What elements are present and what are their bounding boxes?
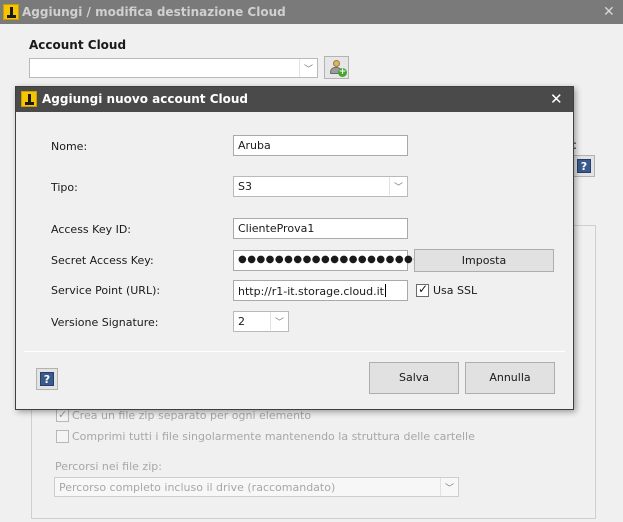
dialog-close-button[interactable]: ✕ (550, 90, 563, 108)
cancel-button[interactable]: Annulla (465, 362, 555, 394)
tipo-label: Tipo: (51, 181, 78, 194)
account-cloud-label: Account Cloud (29, 38, 127, 52)
compress-files-checkbox[interactable] (56, 430, 69, 443)
add-account-button[interactable]: + (324, 56, 349, 79)
app-logo-icon (3, 4, 19, 20)
service-point-value: http://r1-it.storage.cloud.it (238, 285, 384, 298)
zip-paths-select[interactable]: Percorso completo incluso il drive (racc… (54, 477, 459, 497)
dialog-titlebar: Aggiungi nuovo account Cloud ✕ (16, 87, 573, 112)
nome-value: Aruba (238, 139, 271, 152)
chevron-down-icon: ﹀ (270, 312, 288, 330)
tipo-select[interactable]: S3 ﹀ (233, 176, 408, 197)
service-point-input[interactable]: http://r1-it.storage.cloud.it (233, 280, 408, 301)
access-key-label: Access Key ID: (51, 223, 132, 236)
nome-input[interactable]: Aruba (233, 135, 408, 156)
parent-window-title: Aggiungi / modifica destinazione Cloud (22, 5, 286, 19)
service-point-label: Service Point (URL): (51, 284, 161, 297)
versione-label: Versione Signature: (51, 316, 159, 329)
tipo-value: S3 (238, 180, 252, 193)
chevron-down-icon: ﹀ (440, 478, 458, 496)
nome-label: Nome: (51, 140, 88, 153)
zip-paths-value: Percorso completo incluso il drive (racc… (59, 481, 336, 494)
chevron-down-icon: ﹀ (389, 177, 407, 195)
dialog-title: Aggiungi nuovo account Cloud (42, 92, 248, 106)
secret-key-label: Secret Access Key: (51, 254, 154, 267)
use-ssl-label: Usa SSL (433, 284, 478, 297)
parent-titlebar: Aggiungi / modifica destinazione Cloud ✕ (0, 0, 623, 24)
create-zip-checkbox[interactable]: ✓ (56, 408, 69, 422)
dialog-separator (24, 351, 565, 352)
access-key-input[interactable]: ClienteProva1 (233, 218, 408, 239)
use-ssl-checkbox[interactable]: ✓ (416, 282, 429, 297)
parent-close-button[interactable]: ✕ (603, 4, 615, 20)
app-logo-icon (21, 91, 37, 107)
imposta-button[interactable]: Imposta (414, 249, 554, 272)
create-zip-label: Crea un file zip separato per ogni eleme… (72, 409, 312, 422)
parent-help-button[interactable]: ? (573, 155, 595, 177)
dialog-help-button[interactable]: ? (36, 368, 58, 390)
access-key-value: ClienteProva1 (238, 222, 315, 235)
add-cloud-account-dialog: Aggiungi nuovo account Cloud ✕ Nome: Aru… (15, 86, 574, 410)
check-icon: ✓ (418, 282, 429, 296)
account-cloud-select[interactable]: ﹀ (29, 58, 318, 78)
help-icon: ? (577, 159, 591, 173)
compress-files-label: Comprimi tutti i file singolarmente mant… (72, 430, 475, 443)
help-icon: ? (40, 372, 54, 386)
secret-key-input[interactable]: ●●●●●●●●●●●●●●●●●●●●●●●●● (233, 250, 468, 271)
save-button[interactable]: Salva (369, 362, 459, 394)
zip-paths-label: Percorsi nei file zip: (55, 460, 162, 473)
text-cursor (385, 284, 386, 297)
versione-select[interactable]: 2 ﹀ (233, 311, 289, 332)
versione-value: 2 (238, 315, 245, 328)
chevron-down-icon: ﹀ (299, 59, 317, 77)
